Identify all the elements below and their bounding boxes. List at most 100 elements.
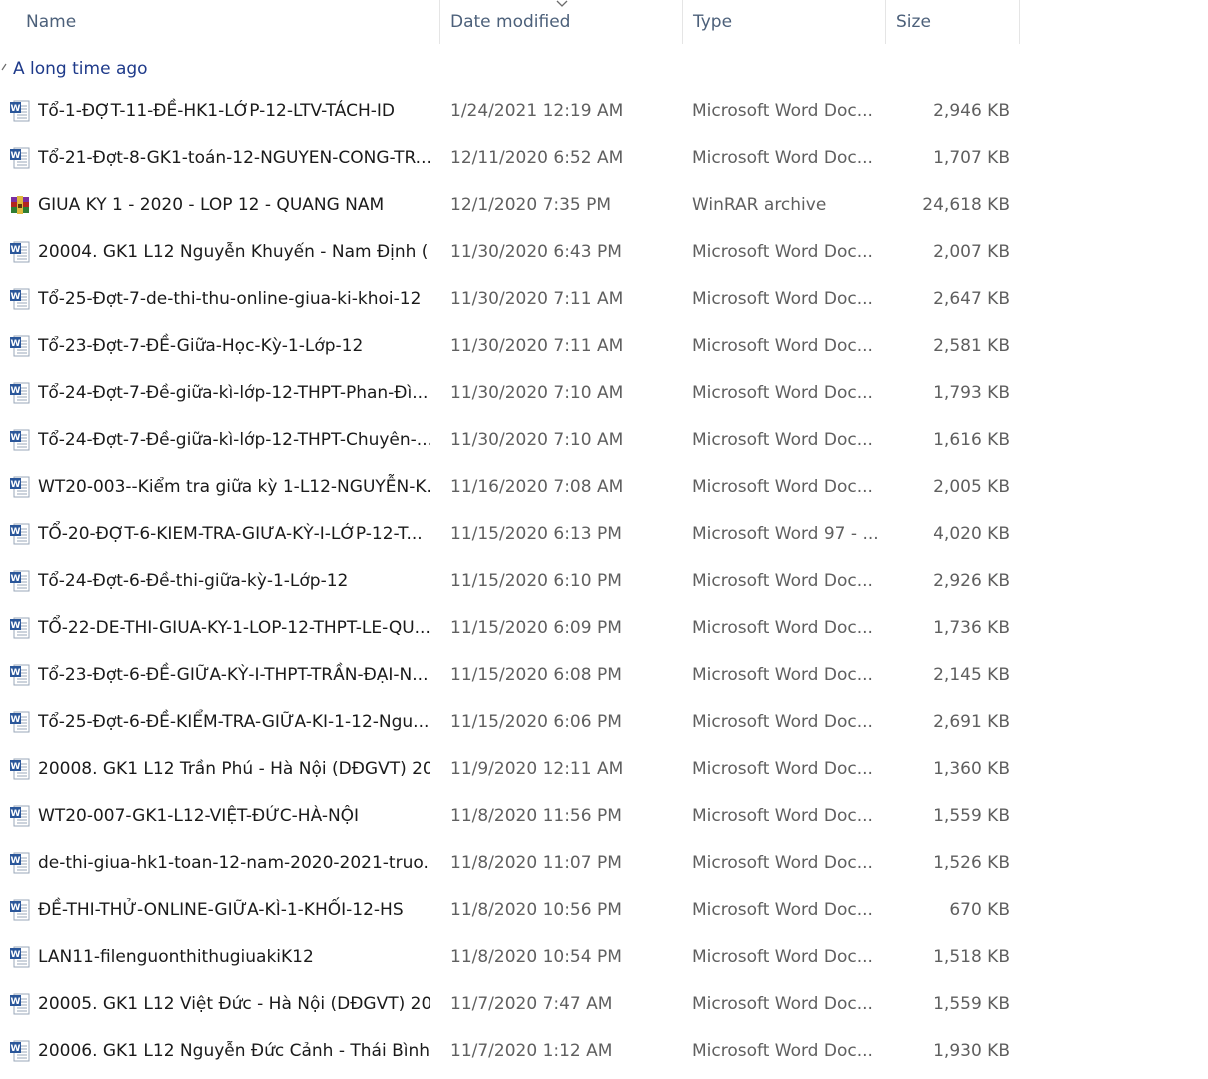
- file-row[interactable]: W WT20-003--Kiểm tra giữa kỳ 1-L12-NGUYỄN…: [0, 464, 1020, 511]
- file-size: 1,616 KB: [933, 430, 1010, 450]
- group-collapse-caret-icon[interactable]: [1, 62, 7, 72]
- file-name: LAN11-filenguonthithugiuakiK12: [38, 947, 314, 967]
- file-row[interactable]: W ĐỀ-THI-THỬ-ONLINE-GIỮA-KÌ-1-KHỐI-12-HS 1…: [0, 887, 1020, 934]
- file-size: 1,736 KB: [933, 618, 1010, 638]
- svg-text:W: W: [11, 339, 21, 349]
- file-row[interactable]: W Tổ-23-Đợt-6-ĐỀ-GIỮA-KỲ-I-THPT-TRẦN-ĐẠI-…: [0, 652, 1020, 699]
- file-row[interactable]: W Tổ-24-Đợt-7-Đề-giữa-kì-lớp-12-THPT-Phan…: [0, 370, 1020, 417]
- file-date-modified: 11/15/2020 6:09 PM: [450, 618, 622, 638]
- file-date-modified: 11/15/2020 6:10 PM: [450, 571, 622, 591]
- file-name: 20008. GK1 L12 Trần Phú - Hà Nội (DĐGVT)…: [38, 759, 430, 779]
- column-header-bar: Name Date modified Type Size: [0, 0, 1020, 44]
- word-doc-icon: W: [8, 710, 32, 734]
- word-doc-icon: W: [8, 381, 32, 405]
- svg-text:W: W: [11, 527, 21, 537]
- winrar-archive-icon: [8, 193, 32, 217]
- file-type: Microsoft Word 97 - ...: [692, 524, 879, 544]
- file-name: Tổ-24-Đợt-7-Đề-giữa-kì-lớp-12-THPT-Chuyê…: [38, 430, 430, 450]
- file-date-modified: 11/30/2020 7:11 AM: [450, 336, 624, 356]
- word-doc-icon: W: [8, 804, 32, 828]
- file-row[interactable]: W Tổ-23-Đợt-7-ĐỀ-Giữa-Học-Kỳ-1-Lớp-12 11/3…: [0, 323, 1020, 370]
- file-type: Microsoft Word Doc...: [692, 336, 873, 356]
- file-type: Microsoft Word Doc...: [692, 101, 873, 121]
- file-size: 1,793 KB: [933, 383, 1010, 403]
- word-doc-icon: W: [8, 99, 32, 123]
- file-type: Microsoft Word Doc...: [692, 242, 873, 262]
- svg-text:W: W: [11, 903, 21, 913]
- file-date-modified: 11/8/2020 11:56 PM: [450, 806, 622, 826]
- svg-text:W: W: [11, 574, 21, 584]
- file-date-modified: 12/1/2020 7:35 PM: [450, 195, 612, 215]
- file-row[interactable]: W Tổ-21-Đợt-8-GK1-toán-12-NGUYEN-CONG-TR.…: [0, 135, 1020, 182]
- file-row[interactable]: W 20008. GK1 L12 Trần Phú - Hà Nội (DĐGVT…: [0, 746, 1020, 793]
- file-date-modified: 11/7/2020 7:47 AM: [450, 994, 613, 1014]
- file-size: 24,618 KB: [922, 195, 1010, 215]
- svg-text:W: W: [11, 292, 21, 302]
- file-date-modified: 11/30/2020 7:10 AM: [450, 383, 624, 403]
- file-row[interactable]: GIUA KY 1 - 2020 - LOP 12 - QUANG NAM 12/…: [0, 182, 1020, 229]
- word-doc-icon: W: [8, 334, 32, 358]
- file-list: W Tổ-1-ĐỢT-11-ĐỀ-HK1-LỚP-12-LTV-TÁCH-ID 1/…: [0, 88, 1020, 1075]
- svg-text:W: W: [11, 997, 21, 1007]
- svg-text:W: W: [11, 762, 21, 772]
- file-row[interactable]: W 20005. GK1 L12 Việt Đức - Hà Nội (DĐGVT…: [0, 981, 1020, 1028]
- file-row[interactable]: W Tổ-24-Đợt-6-Đề-thi-giữa-kỳ-1-Lớp-12 11/1…: [0, 558, 1020, 605]
- file-name: ĐỀ-THI-THỬ-ONLINE-GIỮA-KÌ-1-KHỐI-12-HS: [38, 900, 404, 920]
- file-row[interactable]: W Tổ-1-ĐỢT-11-ĐỀ-HK1-LỚP-12-LTV-TÁCH-ID 1/…: [0, 88, 1020, 135]
- file-name: WT20-007-GK1-L12-VIỆT-ĐỨC-HÀ-NỘI: [38, 806, 360, 826]
- svg-text:W: W: [11, 386, 21, 396]
- word-doc-icon: W: [8, 428, 32, 452]
- file-type: Microsoft Word Doc...: [692, 571, 873, 591]
- file-size: 1,707 KB: [933, 148, 1010, 168]
- file-row[interactable]: W Tổ-25-Đợt-7-de-thi-thu-online-giua-ki-k…: [0, 276, 1020, 323]
- word-doc-icon: W: [8, 851, 32, 875]
- file-row[interactable]: W Tổ-25-Đợt-6-ĐỀ-KIỂM-TRA-GIỮA-KI-1-12-Ng…: [0, 699, 1020, 746]
- word-doc-icon: W: [8, 146, 32, 170]
- file-date-modified: 11/15/2020 6:08 PM: [450, 665, 622, 685]
- file-size: 4,020 KB: [933, 524, 1010, 544]
- sort-descending-chevron-icon: [556, 0, 568, 7]
- file-name: WT20-003--Kiểm tra giữa kỳ 1-L12-NGUYỄN-…: [38, 477, 430, 497]
- svg-text:W: W: [11, 856, 21, 866]
- file-row[interactable]: W Tổ-24-Đợt-7-Đề-giữa-kì-lớp-12-THPT-Chuy…: [0, 417, 1020, 464]
- file-type: Microsoft Word Doc...: [692, 477, 873, 497]
- svg-text:W: W: [11, 245, 21, 255]
- word-doc-icon: W: [8, 663, 32, 687]
- word-doc-icon: W: [8, 522, 32, 546]
- file-row[interactable]: Wde-thi-giua-hk1-toan-12-nam-2020-2021-t…: [0, 840, 1020, 887]
- file-name: Tổ-25-Đợt-6-ĐỀ-KIỂM-TRA-GIỮA-KI-1-12-Ngu…: [38, 712, 430, 732]
- file-name: Tổ-24-Đợt-7-Đề-giữa-kì-lớp-12-THPT-Phan-…: [38, 383, 429, 403]
- file-row[interactable]: W LAN11-filenguonthithugiuakiK12 11/8/2020…: [0, 934, 1020, 981]
- svg-text:W: W: [11, 950, 21, 960]
- column-header-name[interactable]: Name: [16, 0, 440, 44]
- file-size: 2,647 KB: [933, 289, 1010, 309]
- svg-text:W: W: [11, 668, 21, 678]
- word-doc-icon: W: [8, 240, 32, 264]
- file-size: 2,145 KB: [933, 665, 1010, 685]
- file-size: 1,559 KB: [933, 994, 1010, 1014]
- file-date-modified: 11/8/2020 11:07 PM: [450, 853, 622, 873]
- file-row[interactable]: W 20004. GK1 L12 Nguyễn Khuyến - Nam Định…: [0, 229, 1020, 276]
- file-row[interactable]: W TỔ-22-DE-THI-GIUA-KY-1-LOP-12-THPT-LE-Q…: [0, 605, 1020, 652]
- file-row[interactable]: W 20006. GK1 L12 Nguyễn Đức Cảnh - Thái B…: [0, 1028, 1020, 1075]
- file-date-modified: 11/30/2020 7:10 AM: [450, 430, 624, 450]
- word-doc-icon: W: [8, 992, 32, 1016]
- file-type: Microsoft Word Doc...: [692, 618, 873, 638]
- svg-text:W: W: [11, 809, 21, 819]
- column-header-type[interactable]: Type: [683, 0, 886, 44]
- file-date-modified: 11/7/2020 1:12 AM: [450, 1041, 613, 1061]
- svg-text:W: W: [11, 1044, 21, 1054]
- svg-text:W: W: [11, 433, 21, 443]
- svg-text:W: W: [11, 480, 21, 490]
- file-date-modified: 12/11/2020 6:52 AM: [450, 148, 624, 168]
- file-row[interactable]: W WT20-007-GK1-L12-VIỆT-ĐỨC-HÀ-NỘI 11/8/20…: [0, 793, 1020, 840]
- svg-text:W: W: [11, 104, 21, 114]
- file-type: Microsoft Word Doc...: [692, 712, 873, 732]
- file-name: Tổ-23-Đợt-6-ĐỀ-GIỮA-KỲ-I-THPT-TRẦN-ĐẠI-N…: [38, 665, 429, 685]
- svg-text:W: W: [11, 151, 21, 161]
- file-date-modified: 11/8/2020 10:54 PM: [450, 947, 622, 967]
- file-size: 1,559 KB: [933, 806, 1010, 826]
- column-header-size[interactable]: Size: [886, 0, 1020, 44]
- file-row[interactable]: W TỔ-20-ĐỢT-6-KIEM-TRA-GIƯA-KỲ-I-LỚP-12-T…: [0, 511, 1020, 558]
- file-type: Microsoft Word Doc...: [692, 1041, 873, 1061]
